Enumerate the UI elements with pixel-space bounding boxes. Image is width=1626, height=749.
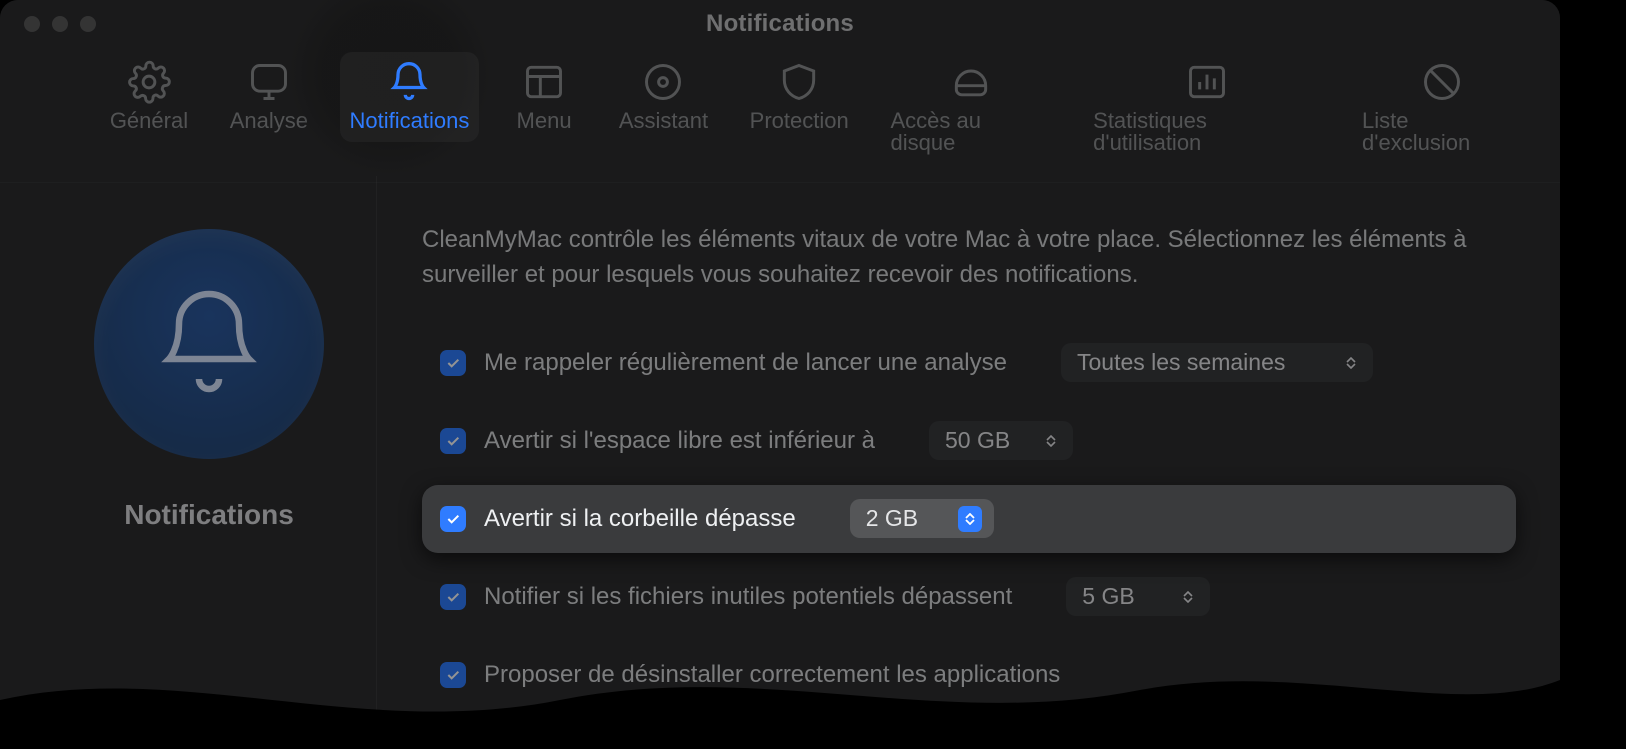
gear-icon <box>127 60 171 104</box>
row-scan-reminder: Me rappeler régulièrement de lancer une … <box>422 329 1516 397</box>
bell-icon <box>387 60 431 104</box>
row-label: Me rappeler régulièrement de lancer une … <box>484 349 1007 377</box>
checkbox-low-disk[interactable] <box>440 428 466 454</box>
checkbox-junk-threshold[interactable] <box>440 584 466 610</box>
row-sublabel: Lorsque vous placez une application dans… <box>476 707 1516 731</box>
select-trash-threshold[interactable]: 2 GB <box>850 499 994 538</box>
row-label: Avertir si la corbeille dépasse <box>484 505 796 533</box>
tab-label: Général <box>110 110 188 132</box>
sidebar-title: Notifications <box>124 499 294 531</box>
sidebar: Notifications <box>44 213 374 743</box>
select-low-disk-threshold[interactable]: 50 GB <box>929 421 1073 460</box>
tab-analysis[interactable]: Analyse <box>220 52 318 142</box>
select-value: 2 GB <box>866 505 918 532</box>
tab-label: Assistant <box>619 110 708 132</box>
tab-exclusion-list[interactable]: Liste d'exclusion <box>1352 52 1532 164</box>
tab-assistant[interactable]: Assistant <box>609 52 718 142</box>
titlebar: Notifications <box>0 0 1560 48</box>
tab-label: Liste d'exclusion <box>1362 110 1522 154</box>
row-proper-uninstall: Proposer de désinstaller correctement le… <box>422 641 1516 709</box>
select-value: 5 GB <box>1082 583 1134 610</box>
checkbox-scan-reminder[interactable] <box>440 350 466 376</box>
tab-label: Accès au disque <box>890 110 1051 154</box>
content: Notifications CleanMyMac contrôle les él… <box>0 183 1560 749</box>
main-panel: CleanMyMac contrôle les éléments vitaux … <box>422 213 1516 743</box>
notifications-illustration <box>94 229 324 459</box>
chevron-updown-icon <box>1041 430 1061 452</box>
tab-label: Notifications <box>350 110 470 132</box>
tab-usage-statistics[interactable]: Statistiques d'utilisation <box>1083 52 1330 164</box>
select-scan-interval[interactable]: Toutes les semaines <box>1061 343 1373 382</box>
chevron-updown-icon <box>958 506 982 532</box>
tab-label: Statistiques d'utilisation <box>1093 110 1320 154</box>
shield-icon <box>777 60 821 104</box>
row-junk-threshold: Notifier si les fichiers inutiles potent… <box>422 563 1516 631</box>
select-value: 50 GB <box>945 427 1010 454</box>
row-label: Notifier si les fichiers inutiles potent… <box>484 583 1012 611</box>
select-junk-threshold[interactable]: 5 GB <box>1066 577 1210 616</box>
disk-icon <box>949 60 993 104</box>
tab-label: Analyse <box>230 110 308 132</box>
preferences-window: Notifications Général Analyse Notificati… <box>0 0 1560 749</box>
tab-protection[interactable]: Protection <box>740 52 859 142</box>
tab-general[interactable]: Général <box>100 52 198 142</box>
vertical-divider <box>376 176 377 749</box>
checkbox-trash-threshold[interactable] <box>440 506 466 532</box>
tab-disk-access[interactable]: Accès au disque <box>880 52 1061 164</box>
row-label: Avertir si l'espace libre est inférieur … <box>484 427 875 455</box>
select-value: Toutes les semaines <box>1077 349 1285 376</box>
menubar-icon <box>522 60 566 104</box>
description: CleanMyMac contrôle les éléments vitaux … <box>422 223 1516 293</box>
row-trash-threshold: Avertir si la corbeille dépasse 2 GB <box>422 485 1516 553</box>
tab-label: Protection <box>750 110 849 132</box>
checkbox-proper-uninstall[interactable] <box>440 662 466 688</box>
tab-notifications[interactable]: Notifications <box>340 52 479 142</box>
exclude-icon <box>1420 60 1464 104</box>
row-label: Proposer de désinstaller correctement le… <box>484 661 1060 689</box>
chevron-updown-icon <box>1341 352 1361 374</box>
chevron-updown-icon <box>1178 586 1198 608</box>
monitor-icon <box>247 60 291 104</box>
row-low-disk-warning: Avertir si l'espace libre est inférieur … <box>422 407 1516 475</box>
window-title: Notifications <box>0 10 1560 38</box>
stats-icon <box>1185 60 1229 104</box>
tab-label: Menu <box>517 110 572 132</box>
toolbar: Général Analyse Notifications Menu Assis <box>0 48 1560 183</box>
tab-menu[interactable]: Menu <box>501 52 587 142</box>
assistant-icon <box>641 60 685 104</box>
